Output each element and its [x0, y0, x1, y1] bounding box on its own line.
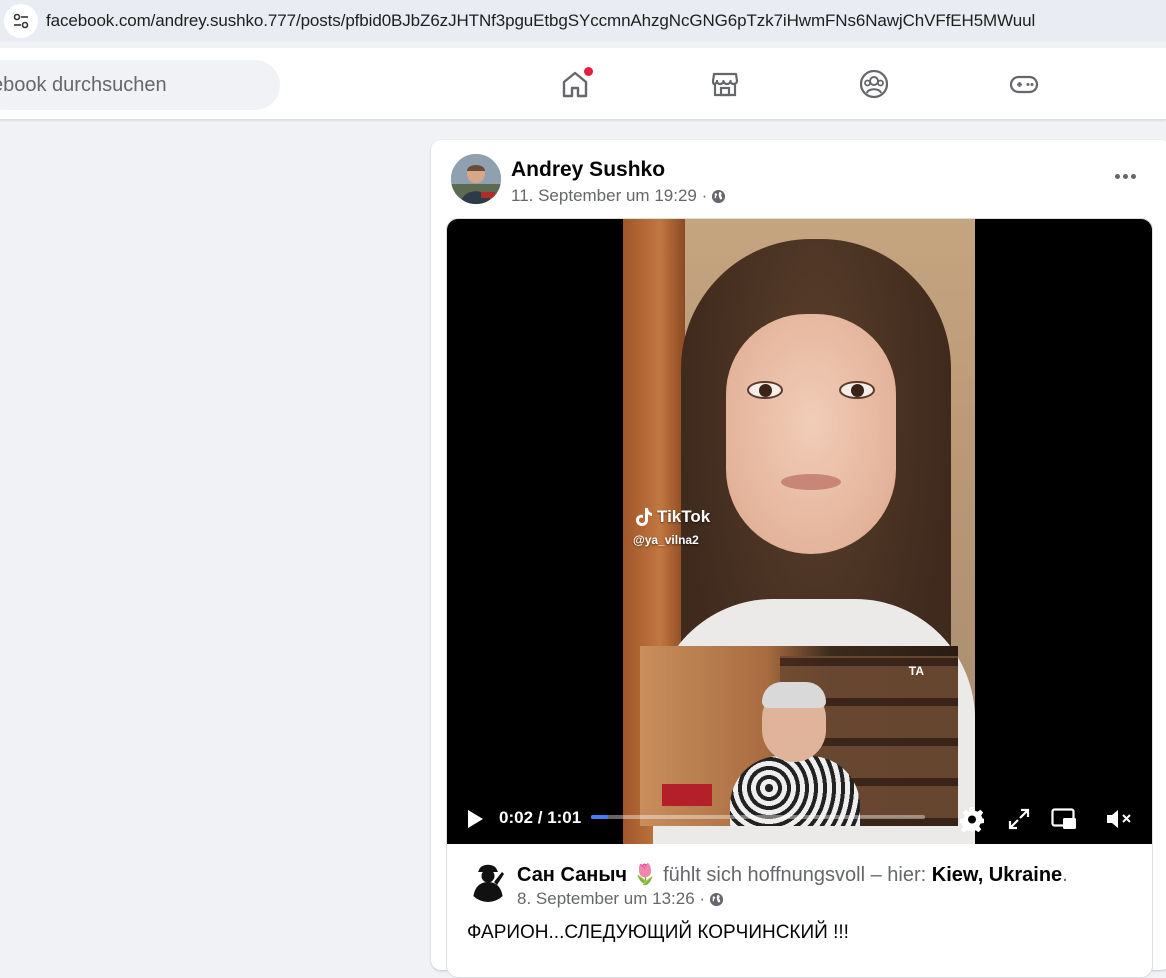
shared-timestamp[interactable]: 8. September um 13:26 ·	[517, 889, 705, 909]
tune-icon	[13, 13, 29, 29]
shared-post-text: ФАРИОН...СЛЕДУЮЩИЙ КОРЧИНСКИЙ !!!	[467, 922, 849, 943]
notification-dot	[584, 67, 593, 76]
feeling-text: fühlt sich hoffnungsvoll – hier:	[663, 864, 927, 886]
search-box[interactable]	[0, 60, 280, 110]
volume-muted-icon	[1107, 810, 1131, 828]
globe-icon[interactable]	[709, 892, 724, 907]
author-avatar[interactable]	[451, 154, 501, 204]
shared-avatar-image	[467, 860, 509, 902]
location-link[interactable]: Kiew, Ukraine	[932, 864, 1062, 886]
nav-groups[interactable]	[856, 66, 892, 102]
post-card: Andrey Sushko 11. September um 19:29 · T…	[431, 140, 1166, 978]
tiktok-watermark: TikTok	[635, 507, 710, 527]
video-progress-bar[interactable]	[591, 815, 925, 819]
tiktok-icon	[636, 508, 652, 526]
play-button[interactable]	[463, 794, 487, 844]
groups-icon	[859, 69, 889, 99]
video-controls: 0:02 / 1:01	[447, 794, 1152, 844]
video-timecode: 0:02 / 1:01	[499, 808, 582, 827]
more-icon	[1114, 173, 1120, 179]
search-input[interactable]	[0, 73, 252, 97]
tiktok-brand: TikTok	[657, 507, 711, 526]
shared-author-name[interactable]: Сан Саныч	[517, 864, 627, 886]
shared-meta: 8. September um 13:26 ·	[517, 889, 724, 909]
url-text[interactable]: facebook.com/andrey.sushko.777/posts/pfb…	[46, 11, 1035, 31]
facebook-top-nav	[0, 48, 1166, 120]
post-meta: 11. September um 19:29 ·	[511, 186, 726, 206]
settings-button[interactable]	[957, 794, 987, 844]
nav-gaming[interactable]	[1006, 66, 1042, 102]
address-bar[interactable]: facebook.com/andrey.sushko.777/posts/pfb…	[0, 0, 1166, 42]
nav-marketplace[interactable]	[707, 66, 743, 102]
inset-channel-logo: ТА	[908, 664, 924, 678]
nav-home[interactable]	[557, 66, 593, 102]
marketplace-icon	[711, 72, 739, 97]
post-timestamp[interactable]: 11. September um 19:29 ·	[511, 186, 707, 206]
shared-header-line: Сан Саныч 🌷 fühlt sich hoffnungsvoll – h…	[517, 864, 1068, 886]
pip-icon	[1051, 808, 1076, 829]
more-options-button[interactable]	[1111, 166, 1139, 186]
video-progress-fill	[591, 815, 608, 819]
browser-urlbar: facebook.com/andrey.sushko.777/posts/pfb…	[0, 0, 1166, 42]
gaming-icon	[1009, 75, 1039, 94]
video-player[interactable]: TikTok @ya_vilna2 ТА 0:02 / 1:01	[447, 219, 1152, 844]
video-frame: TikTok @ya_vilna2 ТА	[623, 219, 975, 844]
globe-icon[interactable]	[711, 189, 726, 204]
play-icon	[468, 810, 483, 828]
shared-author-avatar[interactable]	[467, 860, 509, 902]
picture-in-picture-button[interactable]	[1049, 794, 1079, 844]
post-author-name[interactable]: Andrey Sushko	[511, 158, 665, 182]
fullscreen-button[interactable]	[1005, 794, 1033, 844]
fullscreen-icon	[1008, 808, 1030, 830]
gear-icon	[960, 807, 984, 832]
tulip-emoji: 🌷	[632, 864, 658, 886]
tiktok-handle: @ya_vilna2	[633, 533, 699, 547]
shared-post: TikTok @ya_vilna2 ТА 0:02 / 1:01 Сан Сан…	[446, 218, 1153, 978]
site-info-button[interactable]	[4, 4, 38, 38]
mute-button[interactable]	[1103, 794, 1135, 844]
shared-post-body: Сан Саныч 🌷 fühlt sich hoffnungsvoll – h…	[447, 844, 1152, 977]
avatar-image	[451, 154, 501, 204]
